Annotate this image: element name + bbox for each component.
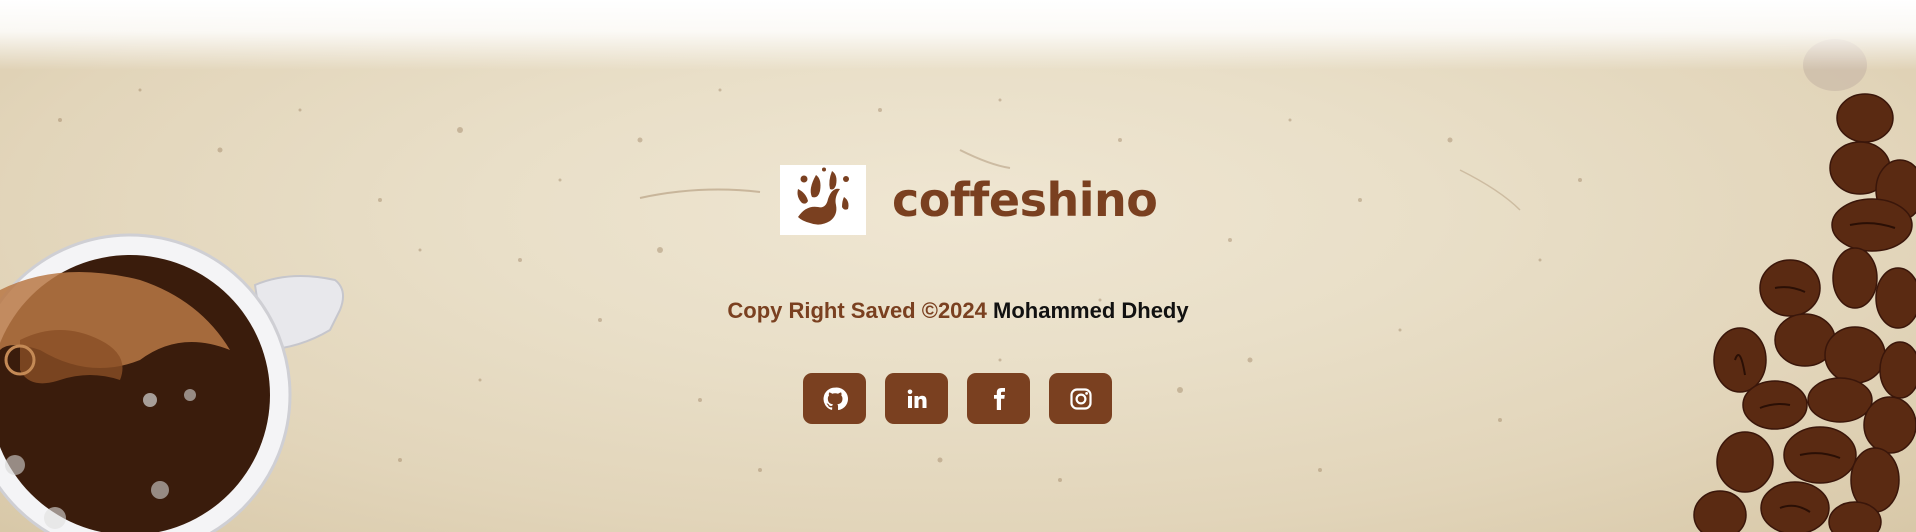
brand-logo	[780, 165, 866, 235]
coffee-splash-icon	[792, 167, 854, 234]
brand-name: coffeshino	[892, 173, 1158, 227]
copyright-prefix: Copy Right Saved ©2024	[727, 298, 987, 323]
instagram-button[interactable]	[1049, 373, 1112, 424]
linkedin-button[interactable]	[885, 373, 948, 424]
github-icon	[822, 386, 848, 412]
github-button[interactable]	[803, 373, 866, 424]
instagram-icon	[1069, 387, 1093, 411]
facebook-button[interactable]	[967, 373, 1030, 424]
copyright-text: Copy Right Saved ©2024 Mohammed Dhedy	[0, 298, 1916, 324]
brand[interactable]: coffeshino	[780, 165, 1158, 235]
copyright-author: Mohammed Dhedy	[993, 298, 1189, 323]
facebook-icon	[987, 386, 1011, 412]
social-links	[803, 373, 1112, 424]
footer-content: coffeshino Copy Right Saved ©2024 Mohamm…	[0, 0, 1916, 532]
linkedin-icon	[905, 387, 929, 411]
site-footer: coffeshino Copy Right Saved ©2024 Mohamm…	[0, 0, 1916, 532]
